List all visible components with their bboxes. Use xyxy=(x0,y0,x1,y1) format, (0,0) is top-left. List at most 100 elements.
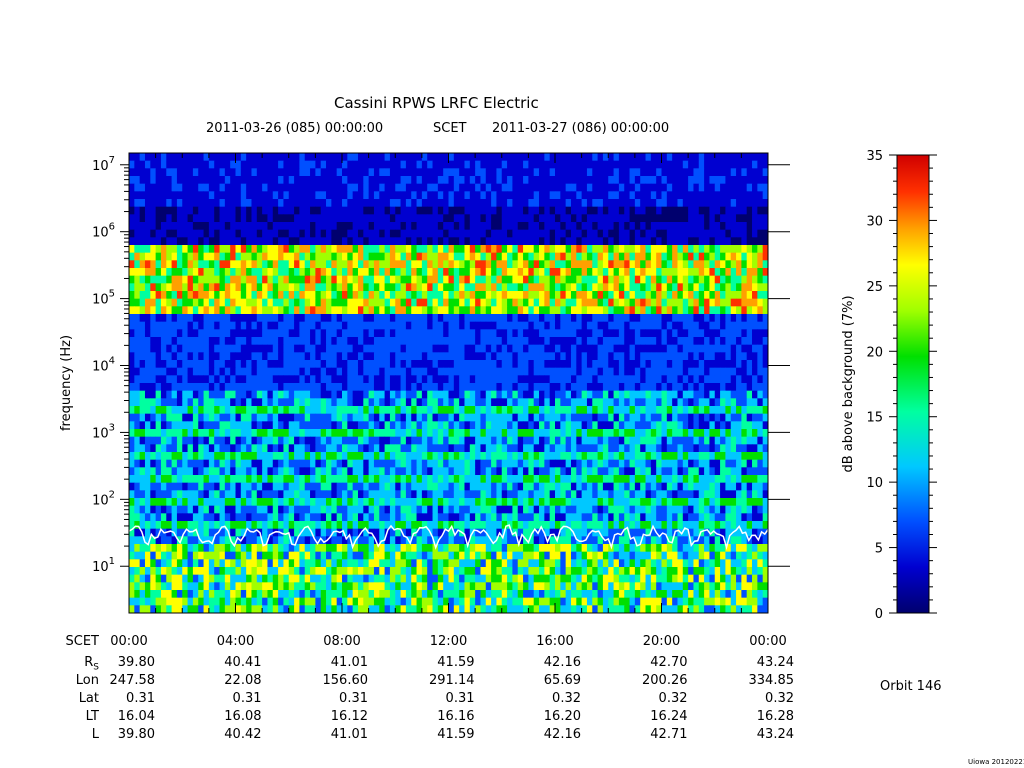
spectrogram-cell xyxy=(187,160,194,169)
spectrogram-cell xyxy=(517,421,524,430)
spectrogram-cell xyxy=(134,337,141,346)
spectrogram-cell xyxy=(262,199,268,208)
spectrogram-cell xyxy=(437,429,444,438)
spectrogram-cell xyxy=(342,222,348,231)
spectrogram-cell xyxy=(693,283,700,292)
spectrogram-cell xyxy=(166,459,173,468)
spectrogram-cell xyxy=(304,383,311,392)
spectrogram-cell xyxy=(320,452,327,461)
spectrogram-cell xyxy=(171,360,178,369)
spectrogram-cell xyxy=(331,237,338,246)
spectrogram-cell xyxy=(373,245,380,254)
spectrogram-cell xyxy=(618,291,625,300)
spectrogram-cell xyxy=(501,168,508,177)
spectrogram-cell xyxy=(288,337,295,346)
spectrogram-cell xyxy=(251,229,258,238)
spectrogram-cell xyxy=(256,467,263,476)
spectrogram-cell xyxy=(331,360,338,369)
spectrogram-cell xyxy=(288,314,295,323)
spectrogram-cell xyxy=(405,406,412,415)
spectrogram-cell xyxy=(235,429,242,438)
spectrogram-cell xyxy=(592,398,599,407)
spectrogram-cell xyxy=(608,429,614,438)
spectrogram-cell xyxy=(666,176,673,185)
spectrogram-cell xyxy=(214,245,220,254)
spectrogram-cell xyxy=(155,291,162,300)
spectrogram-cell xyxy=(288,176,295,185)
spectrogram-cell xyxy=(736,375,742,384)
spectrogram-cell xyxy=(480,398,487,407)
spectrogram-cell xyxy=(746,206,753,215)
spectrogram-cell xyxy=(262,406,268,415)
spectrogram-cell xyxy=(384,191,391,200)
spectrogram-cell xyxy=(288,168,295,177)
spectrogram-cell xyxy=(528,291,535,300)
spectrogram-cell xyxy=(230,459,236,468)
spectrogram-cell xyxy=(523,352,529,361)
spectrogram-cell xyxy=(581,444,588,453)
spectrogram-cell xyxy=(523,406,529,415)
spectrogram-cell xyxy=(485,183,492,192)
spectrogram-cell xyxy=(262,444,268,453)
spectrogram-cell xyxy=(517,275,524,284)
spectrogram-cell xyxy=(320,406,327,415)
spectrogram-cell xyxy=(581,229,588,238)
spectrogram-cell xyxy=(666,398,673,407)
spectrogram-cell xyxy=(443,344,449,353)
spectrogram-cell xyxy=(198,237,204,246)
spectrogram-cell xyxy=(709,245,716,254)
spectrogram-cell xyxy=(682,206,689,215)
spectrogram-cell xyxy=(155,413,162,422)
spectrogram-cell xyxy=(496,406,503,415)
spectrogram-cell xyxy=(187,337,194,346)
spectrogram-cell xyxy=(310,191,316,200)
spectrogram-cell xyxy=(555,344,561,353)
spectrogram-cell xyxy=(736,229,742,238)
spectrogram-cell xyxy=(586,436,593,445)
spectrogram-cell xyxy=(139,176,146,185)
spectrogram-cell xyxy=(357,283,364,292)
spectrogram-cell xyxy=(533,429,540,438)
spectrogram-cell xyxy=(373,191,380,200)
spectrogram-cell xyxy=(736,459,742,468)
spectrogram-cell xyxy=(597,160,604,169)
spectrogram-cell xyxy=(283,375,290,384)
spectrogram-cell xyxy=(155,176,162,185)
spectrogram-cell xyxy=(395,329,401,338)
spectrogram-cell xyxy=(650,206,657,215)
spectrogram-cell xyxy=(262,206,268,215)
spectrogram-cell xyxy=(565,237,572,246)
spectrogram-cell xyxy=(528,352,535,361)
spectrogram-cell xyxy=(730,459,737,468)
spectrogram-cell xyxy=(453,429,460,438)
spectrogram-cell xyxy=(283,459,290,468)
spectrogram-cell xyxy=(129,252,135,261)
spectrogram-cell xyxy=(544,436,551,445)
spectrogram-cell xyxy=(315,429,322,438)
spectrogram-cell xyxy=(182,413,188,422)
spectrogram-cell xyxy=(405,429,412,438)
spectrogram-cell xyxy=(539,275,545,284)
spectrogram-cell xyxy=(539,390,545,399)
spectrogram-cell xyxy=(139,268,146,277)
spectrogram-cell xyxy=(714,229,721,238)
spectrogram-cell xyxy=(203,367,210,376)
spectrogram-cell xyxy=(698,229,705,238)
spectrogram-cell xyxy=(565,260,572,269)
spectrogram-cell xyxy=(618,214,625,223)
spectrogram-cell xyxy=(192,237,199,246)
spectrogram-cell xyxy=(624,206,630,215)
spectrogram-cell xyxy=(549,367,556,376)
spectrogram-cell xyxy=(416,421,423,430)
spectrogram-cell xyxy=(714,153,721,162)
spectrogram-cell xyxy=(150,337,157,346)
spectrogram-cell xyxy=(395,429,401,438)
spectrogram-cell xyxy=(528,214,535,223)
spectrogram-cell xyxy=(352,383,359,392)
spectrogram-cell xyxy=(608,390,614,399)
spectrogram-cell xyxy=(395,306,401,315)
spectrogram-cell xyxy=(469,344,476,353)
spectrogram-cell xyxy=(182,398,188,407)
spectrogram-cell xyxy=(528,344,535,353)
spectrogram-cell xyxy=(645,314,652,323)
